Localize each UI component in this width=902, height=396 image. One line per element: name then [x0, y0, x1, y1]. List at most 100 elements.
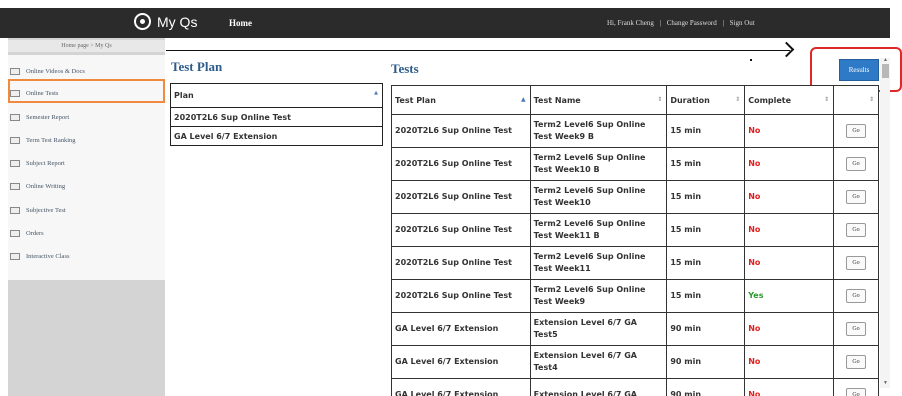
- action-cell: Go: [833, 147, 879, 181]
- scroll-down-icon[interactable]: ▼: [883, 381, 888, 386]
- sidebar-item-term-test-ranking[interactable]: Term Test Ranking: [10, 133, 76, 147]
- sidebar-item-label: Orders: [26, 229, 44, 237]
- go-button[interactable]: Go: [846, 157, 867, 171]
- plan-row[interactable]: 2020T2L6 Sup Online Test: [170, 107, 383, 127]
- online-tests-highlight-box: [8, 79, 165, 103]
- test-name-cell: Term2 Level6 Sup Online Test Week10: [529, 180, 668, 214]
- action-cell: Go: [833, 312, 879, 346]
- duration-cell: 15 min: [666, 246, 746, 280]
- annotation-dot: [750, 59, 752, 61]
- sidebar-item-online-writing[interactable]: Online Writing: [10, 179, 65, 193]
- sidebar-item-label: Subject Report: [26, 159, 65, 167]
- test-plan-cell: GA Level 6/7 Extension: [391, 312, 531, 346]
- tests-title: Tests: [391, 61, 419, 76]
- document-icon: [10, 67, 20, 75]
- test-plan-cell: 2020T2L6 Sup Online Test: [391, 213, 531, 247]
- scrollbar[interactable]: [880, 58, 890, 388]
- test-name-cell: Term2 Level6 Sup Online Test Week9 B: [529, 114, 668, 148]
- sort-icon: ⇕: [824, 96, 830, 103]
- test-name-cell: Extension Level 6/7 GA Test4: [529, 345, 668, 379]
- top-navigation-bar: My Qs Home Hi, Frank Cheng | Change Pass…: [0, 8, 890, 38]
- change-password-link[interactable]: Change Password: [667, 19, 717, 27]
- go-button[interactable]: Go: [846, 223, 867, 237]
- header-label: Complete: [748, 95, 792, 105]
- sort-ascending-icon: ▲: [374, 90, 378, 96]
- sidebar-item-online-videos-docs[interactable]: Online Videos & Docs: [10, 64, 85, 78]
- go-button[interactable]: Go: [846, 190, 867, 204]
- sidebar-item-label: Subjective Test: [26, 206, 66, 214]
- duration-cell: 15 min: [666, 213, 746, 247]
- duration-cell: 90 min: [666, 378, 746, 396]
- test-plan-title: Test Plan: [171, 59, 223, 74]
- user-area: Hi, Frank Cheng | Change Password | Sign…: [607, 19, 759, 27]
- tests-table: Test Plan ▲ Test Name ⇕ Duration ⇕ Complete…: [391, 85, 879, 396]
- table-row: 2020T2L6 Sup Online Test Term2 Level6 Sup…: [391, 279, 879, 313]
- sidebar-item-orders[interactable]: Orders: [10, 226, 44, 240]
- table-row: 2020T2L6 Sup Online Test Term2 Level6 Sup…: [391, 147, 879, 181]
- action-cell: Go: [833, 279, 879, 313]
- app-logo[interactable]: My Qs: [134, 13, 197, 30]
- go-button[interactable]: Go: [846, 124, 867, 138]
- action-cell: Go: [833, 378, 879, 396]
- test-name-cell: Term2 Level6 Sup Online Test Week10 B: [529, 147, 668, 181]
- sidebar-item-semester-report[interactable]: Semester Report: [10, 110, 69, 124]
- sign-out-link[interactable]: Sign Out: [730, 19, 755, 27]
- sort-ascending-icon: ▲: [521, 96, 526, 103]
- duration-cell: 15 min: [666, 147, 746, 181]
- column-header-test-plan[interactable]: Test Plan ▲: [391, 85, 531, 115]
- test-plan-cell: GA Level 6/7 Extension: [391, 378, 531, 396]
- plan-column-header[interactable]: Plan ▲: [170, 83, 383, 108]
- go-button[interactable]: Go: [846, 322, 867, 336]
- complete-status-cell: No: [744, 147, 835, 181]
- sort-icon: ⇕: [735, 96, 741, 103]
- test-name-cell: Term2 Level6 Sup Online Test Week9: [529, 279, 668, 313]
- go-button[interactable]: Go: [846, 256, 867, 270]
- test-name-cell: Term2 Level6 Sup Online Test Week11: [529, 246, 668, 280]
- document-icon: [10, 182, 20, 190]
- duration-cell: 90 min: [666, 345, 746, 379]
- table-row: 2020T2L6 Sup Online Test Term2 Level6 Sup…: [391, 246, 879, 280]
- go-button[interactable]: Go: [846, 355, 867, 369]
- column-header-action[interactable]: ⇕: [833, 85, 879, 115]
- complete-status-cell: No: [744, 312, 835, 346]
- complete-status-cell: No: [744, 213, 835, 247]
- plan-row[interactable]: GA Level 6/7 Extension: [170, 126, 383, 146]
- test-plan-cell: 2020T2L6 Sup Online Test: [391, 246, 531, 280]
- document-icon: [10, 113, 20, 121]
- sidebar-item-subjective-test[interactable]: Subjective Test: [10, 203, 66, 217]
- table-row: GA Level 6/7 Extension Extension Level 6/…: [391, 345, 879, 379]
- sidebar-item-subject-report[interactable]: Subject Report: [10, 156, 65, 170]
- sidebar-item-interactive-class[interactable]: Interactive Class: [10, 249, 70, 263]
- sidebar-item-label: Online Videos & Docs: [26, 67, 85, 75]
- annotation-arrow-line: [166, 50, 790, 51]
- action-cell: Go: [833, 213, 879, 247]
- go-button[interactable]: Go: [846, 289, 867, 303]
- complete-status-cell: No: [744, 114, 835, 148]
- scroll-up-icon[interactable]: ▲: [883, 58, 888, 63]
- home-link[interactable]: Home: [229, 18, 252, 28]
- scrollbar-thumb[interactable]: [882, 64, 889, 78]
- test-plan-cell: 2020T2L6 Sup Online Test: [391, 279, 531, 313]
- test-name-cell: Term2 Level6 Sup Online Test Week11 B: [529, 213, 668, 247]
- logo-icon: [134, 13, 151, 30]
- header-label: Test Name: [533, 95, 581, 105]
- document-icon: [10, 136, 20, 144]
- column-header-complete[interactable]: Complete ⇕: [744, 85, 835, 115]
- complete-status-cell: No: [744, 378, 835, 396]
- sidebar-item-label: Semester Report: [26, 113, 70, 121]
- test-name-cell: Extension Level 6/7 GA: [529, 378, 668, 396]
- column-header-duration[interactable]: Duration ⇕: [666, 85, 746, 115]
- test-name-cell: Extension Level 6/7 GA Test5: [529, 312, 668, 346]
- test-plan-cell: GA Level 6/7 Extension: [391, 345, 531, 379]
- sort-icon: ⇕: [868, 96, 874, 103]
- column-header-test-name[interactable]: Test Name ⇕: [529, 85, 668, 115]
- action-cell: Go: [833, 114, 879, 148]
- action-cell: Go: [833, 246, 879, 280]
- complete-status-cell: No: [744, 180, 835, 214]
- document-icon: [10, 252, 20, 260]
- sidebar-item-label: Online Writing: [26, 182, 66, 190]
- table-row: 2020T2L6 Sup Online Test Term2 Level6 Sup…: [391, 213, 879, 247]
- go-button[interactable]: Go: [846, 388, 867, 396]
- duration-cell: 90 min: [666, 312, 746, 346]
- results-button[interactable]: Results: [839, 59, 879, 81]
